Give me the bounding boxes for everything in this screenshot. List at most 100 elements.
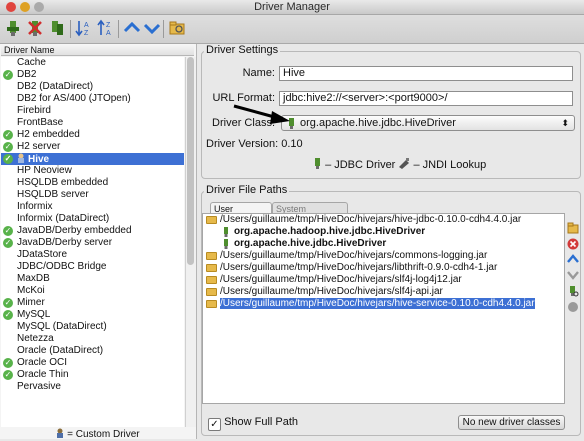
move-path-down-icon[interactable] bbox=[567, 269, 579, 281]
driver-list-item-label: HSQLDB embedded bbox=[17, 177, 109, 188]
driver-list-item-label: Cache bbox=[17, 57, 46, 68]
check-icon: ✓ bbox=[3, 154, 13, 164]
check-icon: ✓ bbox=[3, 238, 13, 248]
driver-list-item-label: DB2 for AS/400 (JTOpen) bbox=[17, 93, 131, 104]
driver-list-item[interactable]: FrontBase bbox=[1, 117, 184, 129]
folder-icon[interactable] bbox=[167, 18, 187, 38]
find-driver-classes-icon[interactable] bbox=[567, 285, 579, 297]
driver-list-item[interactable]: HSQLDB server bbox=[1, 189, 184, 201]
driver-list-item[interactable]: Informix (DataDirect) bbox=[1, 213, 184, 225]
check-icon: ✓ bbox=[3, 370, 13, 380]
driver-list-item[interactable]: JDBC/ODBC Bridge bbox=[1, 261, 184, 273]
file-path-text: org.apache.hive.jdbc.HiveDriver bbox=[234, 238, 387, 249]
file-path-list[interactable]: /Users/guillaume/tmp/HiveDoc/hivejars/hi… bbox=[202, 213, 565, 404]
driver-list-item[interactable]: HP Neoview bbox=[1, 165, 184, 177]
driver-list-item[interactable]: Cache bbox=[1, 57, 184, 69]
driver-list-item-label: FrontBase bbox=[17, 117, 64, 128]
driver-list-item[interactable]: Oracle (DataDirect) bbox=[1, 345, 184, 357]
driver-list-item[interactable]: ✓ Oracle Thin bbox=[1, 369, 184, 381]
driver-list-item[interactable]: ✓ H2 embedded bbox=[1, 129, 184, 141]
driver-list-header[interactable]: Driver Name bbox=[1, 44, 194, 56]
driver-list[interactable]: Cache ✓ DB2 DB2 (DataDirect) DB2 for AS/400 … bbox=[1, 57, 184, 427]
folder-icon bbox=[206, 252, 217, 260]
driver-list-item[interactable]: ✓ JavaDB/Derby embedded bbox=[1, 225, 184, 237]
file-path-text: /Users/guillaume/tmp/HiveDoc/hivejars/sl… bbox=[220, 274, 462, 285]
folder-icon bbox=[206, 276, 217, 284]
sort-descending-icon[interactable]: ZA bbox=[96, 18, 116, 38]
close-window-icon[interactable] bbox=[6, 2, 16, 12]
driver-settings-title: Driver Settings bbox=[204, 44, 281, 56]
driver-list-item[interactable]: ✓ H2 server bbox=[1, 141, 184, 153]
arrow-annotation-icon bbox=[233, 104, 290, 124]
driver-class-select[interactable]: org.apache.hive.jdbc.HiveDriver ⬍ bbox=[281, 115, 575, 131]
move-up-icon[interactable] bbox=[122, 18, 142, 38]
file-path-item[interactable]: /Users/guillaume/tmp/HiveDoc/hivejars/co… bbox=[203, 250, 564, 262]
file-path-item[interactable]: /Users/guillaume/tmp/HiveDoc/hivejars/hi… bbox=[203, 214, 564, 226]
driver-list-item[interactable]: DB2 for AS/400 (JTOpen) bbox=[1, 93, 184, 105]
driver-class-item[interactable]: org.apache.hadoop.hive.jdbc.HiveDriver bbox=[203, 226, 564, 238]
driver-list-item[interactable]: MaxDB bbox=[1, 273, 184, 285]
check-icon: ✓ bbox=[3, 142, 13, 152]
move-path-up-icon[interactable] bbox=[567, 253, 579, 265]
driver-list-item[interactable]: Informix bbox=[1, 201, 184, 213]
copy-driver-icon[interactable] bbox=[47, 18, 67, 38]
scrollbar-thumb[interactable] bbox=[187, 57, 194, 265]
driver-list-item-label: JDataStore bbox=[17, 249, 68, 260]
driver-list-item[interactable]: Pervasive bbox=[1, 381, 184, 393]
check-icon: ✓ bbox=[3, 298, 13, 308]
file-path-text: /Users/guillaume/tmp/HiveDoc/hivejars/hi… bbox=[220, 214, 522, 225]
folder-icon bbox=[206, 300, 217, 308]
driver-list-item[interactable]: ✓ Oracle OCI bbox=[1, 357, 184, 369]
custom-driver-legend: = Custom Driver bbox=[0, 428, 196, 440]
file-path-item[interactable]: /Users/guillaume/tmp/HiveDoc/hivejars/sl… bbox=[203, 286, 564, 298]
minimize-window-icon[interactable] bbox=[20, 2, 30, 12]
file-path-item[interactable]: /Users/guillaume/tmp/HiveDoc/hivejars/li… bbox=[203, 262, 564, 274]
driver-list-item-label: MySQL bbox=[17, 309, 51, 320]
jdbc-driver-legend: – JDBC Driver bbox=[325, 159, 396, 171]
zoom-window-icon[interactable] bbox=[34, 2, 44, 12]
show-full-path-checkbox[interactable]: ✓ bbox=[208, 418, 221, 431]
driver-list-item[interactable]: ✓ MySQL bbox=[1, 309, 184, 321]
driver-list-item[interactable]: Firebird bbox=[1, 105, 184, 117]
new-driver-icon[interactable] bbox=[3, 18, 23, 38]
url-format-field[interactable]: jdbc:hive2://<server>:<port9000>/ bbox=[279, 91, 573, 106]
driver-list-item[interactable]: MySQL (DataDirect) bbox=[1, 321, 184, 333]
driver-list-item[interactable]: McKoi bbox=[1, 285, 184, 297]
title-bar: Driver Manager bbox=[0, 0, 584, 15]
driver-version: Driver Version: 0.10 bbox=[206, 138, 303, 150]
driver-list-item-label: Oracle (DataDirect) bbox=[17, 345, 104, 356]
file-path-item[interactable]: /Users/guillaume/tmp/HiveDoc/hivejars/sl… bbox=[203, 274, 564, 286]
custom-driver-icon bbox=[17, 153, 25, 163]
driver-list-item[interactable]: DB2 (DataDirect) bbox=[1, 81, 184, 93]
driver-list-scrollbar[interactable] bbox=[185, 57, 196, 427]
delete-driver-icon[interactable] bbox=[25, 18, 45, 38]
driver-list-item-label: JDBC/ODBC Bridge bbox=[17, 261, 107, 272]
move-down-icon[interactable] bbox=[142, 18, 162, 38]
driver-class-item[interactable]: org.apache.hive.jdbc.HiveDriver bbox=[203, 238, 564, 250]
driver-list-item-label: Netezza bbox=[17, 333, 54, 344]
driver-list-item[interactable]: ✓ Mimer bbox=[1, 297, 184, 309]
sort-ascending-icon[interactable]: AZ bbox=[74, 18, 94, 38]
svg-text:A: A bbox=[84, 22, 89, 29]
driver-list-item-label: HSQLDB server bbox=[17, 189, 89, 200]
svg-text:A: A bbox=[106, 30, 111, 37]
driver-list-item-label: H2 server bbox=[17, 141, 61, 152]
file-path-item[interactable]: /Users/guillaume/tmp/HiveDoc/hivejars/hi… bbox=[203, 298, 564, 310]
driver-list-item[interactable]: ✓ JavaDB/Derby server bbox=[1, 237, 184, 249]
no-new-driver-classes-button[interactable]: No new driver classes bbox=[458, 415, 565, 430]
show-full-path-label: Show Full Path bbox=[224, 416, 299, 428]
check-icon: ✓ bbox=[3, 358, 13, 368]
driver-list-item[interactable]: ✓ Hive bbox=[1, 153, 184, 165]
driver-list-item-label: Mimer bbox=[17, 297, 45, 308]
show-full-path-control[interactable]: ✓ Show Full Path bbox=[208, 416, 298, 431]
name-field[interactable]: Hive bbox=[279, 66, 573, 81]
add-folder-icon[interactable] bbox=[567, 222, 579, 234]
jdbc-driver-icon bbox=[313, 158, 322, 172]
driver-list-item[interactable]: ✓ DB2 bbox=[1, 69, 184, 81]
driver-list-item-label: Hive bbox=[28, 154, 50, 165]
remove-path-icon[interactable] bbox=[567, 238, 579, 250]
jdbc-driver-icon bbox=[222, 239, 230, 249]
driver-list-item[interactable]: JDataStore bbox=[1, 249, 184, 261]
driver-list-item[interactable]: HSQLDB embedded bbox=[1, 177, 184, 189]
driver-list-item[interactable]: Netezza bbox=[1, 333, 184, 345]
